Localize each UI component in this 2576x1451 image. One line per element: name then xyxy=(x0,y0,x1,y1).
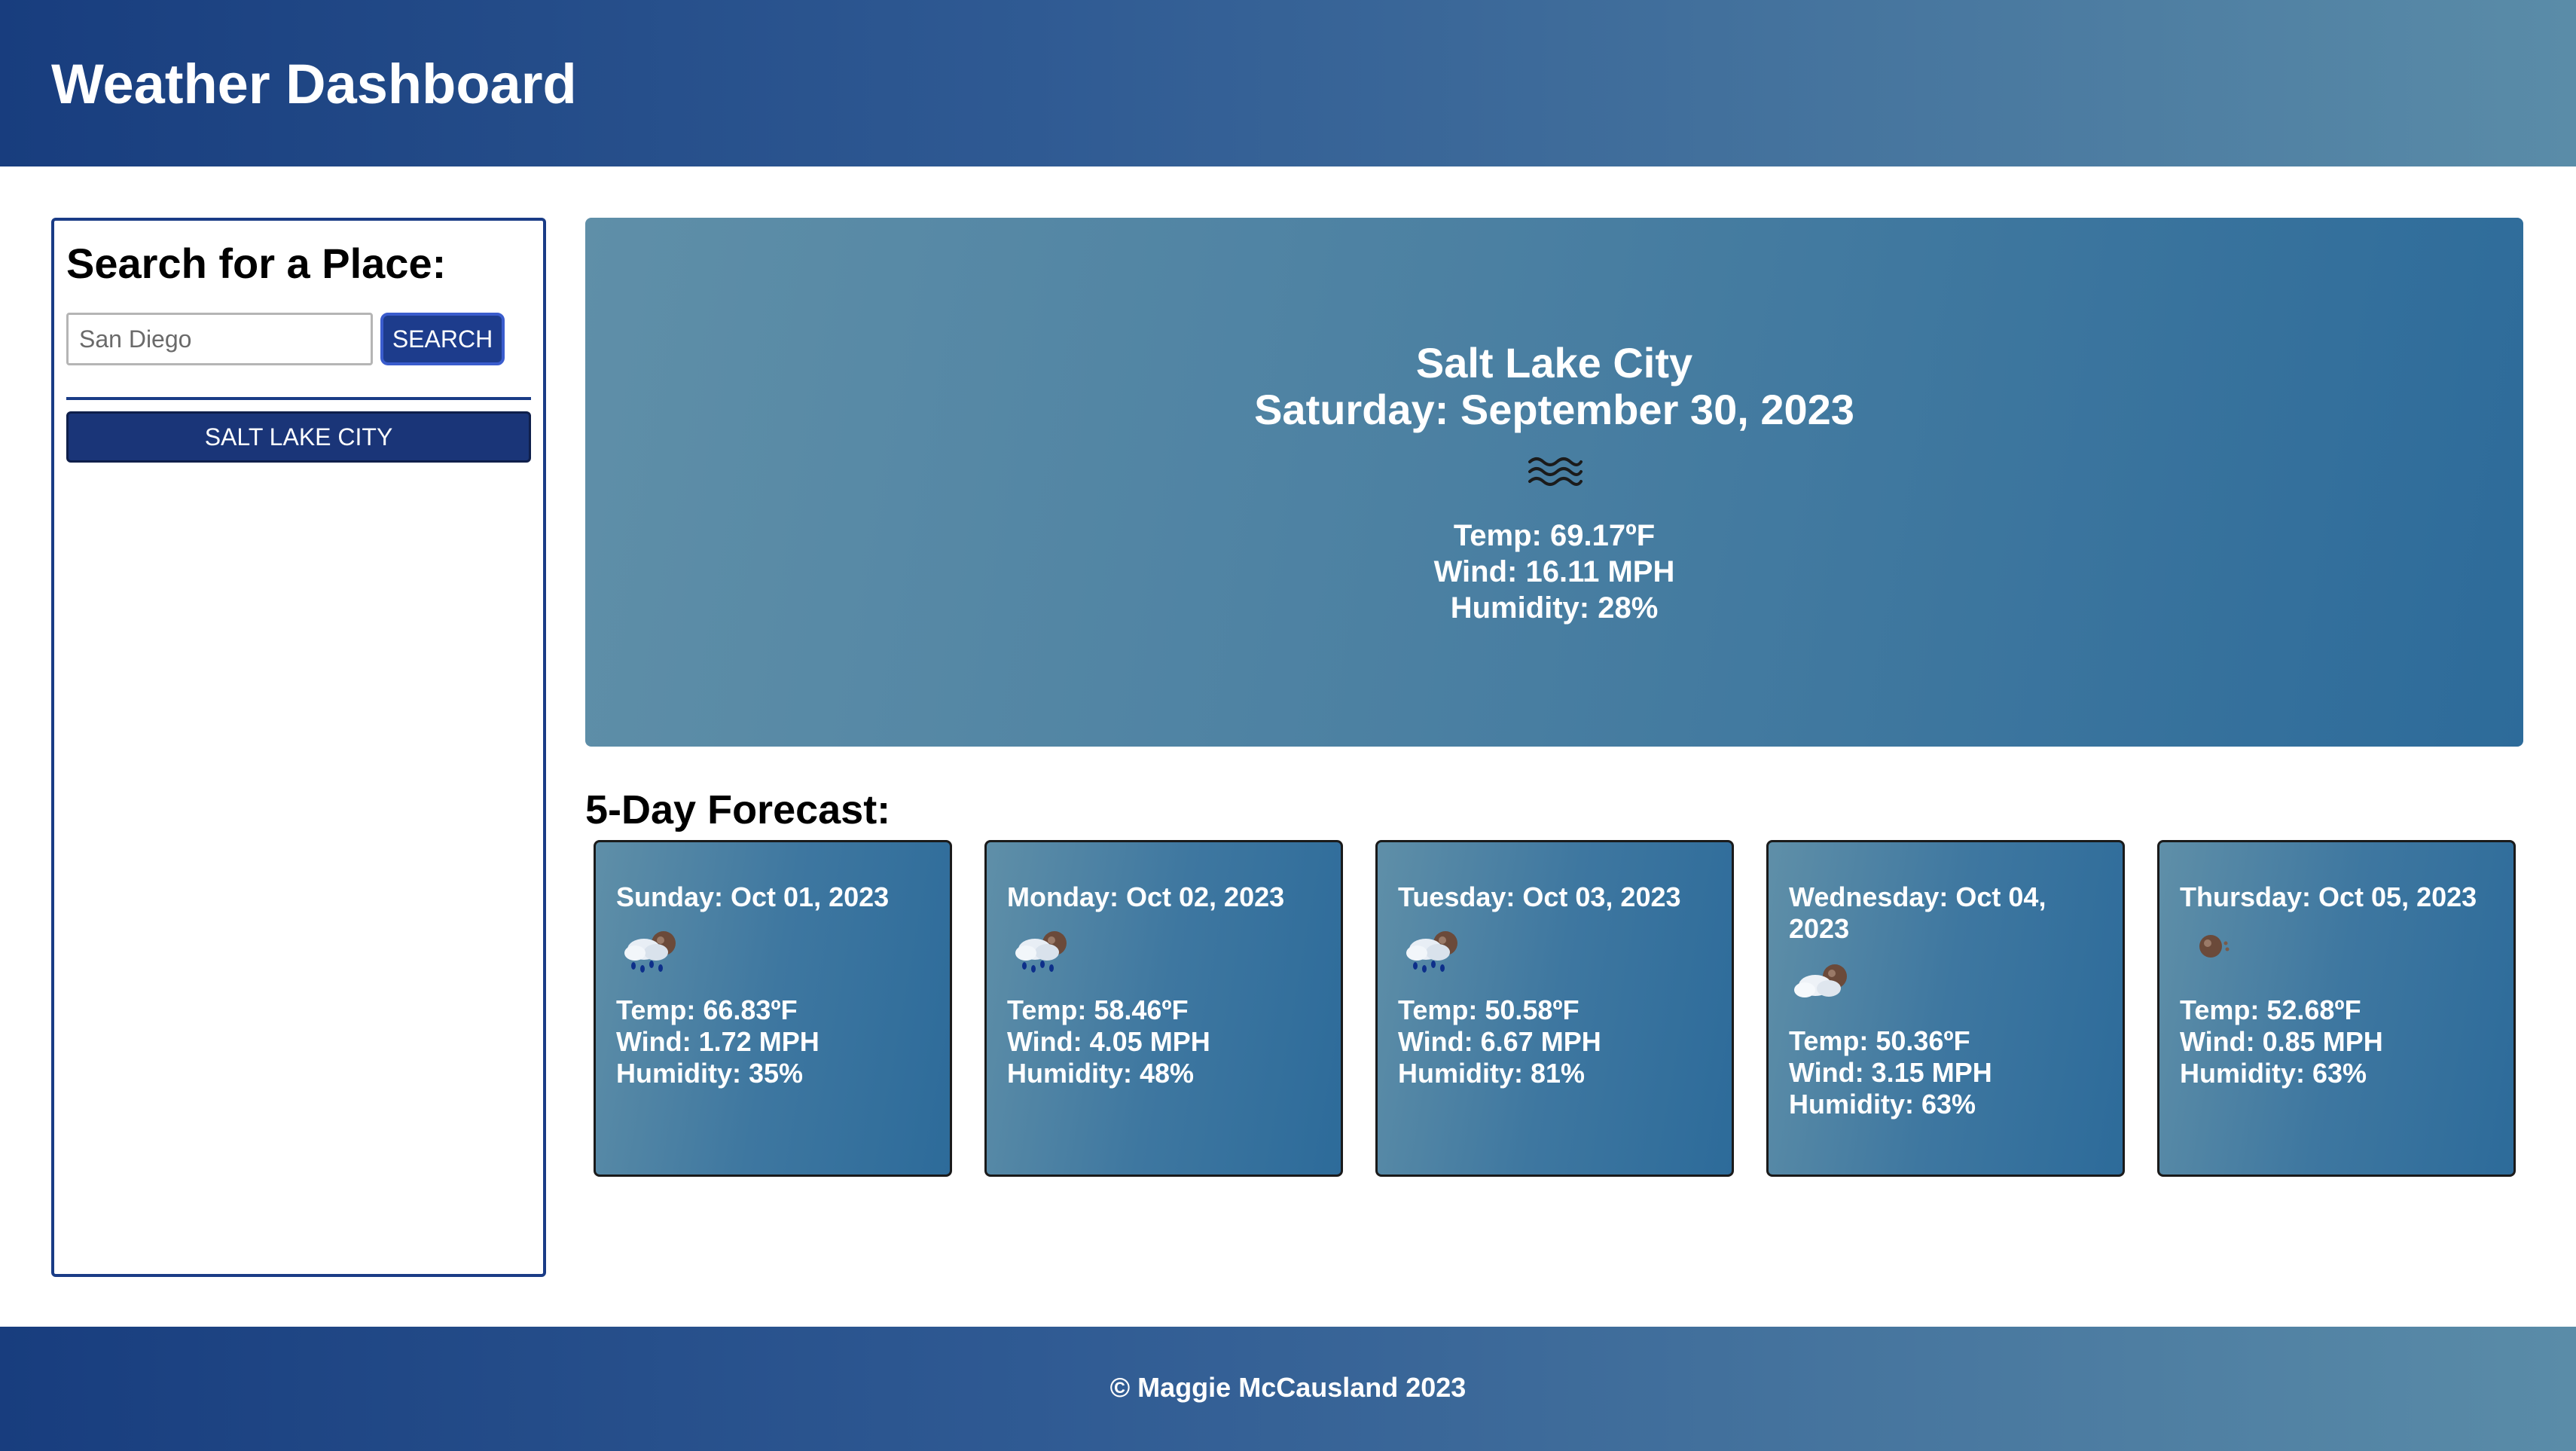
city-search-input[interactable] xyxy=(66,313,373,365)
forecast-stats: Temp: 66.83ºF Wind: 1.72 MPH Humidity: 3… xyxy=(616,994,819,1089)
forecast-humidity: Humidity: 35% xyxy=(616,1058,804,1089)
forecast-temp: Temp: 50.36ºF xyxy=(1789,1025,1970,1056)
forecast-card: Tuesday: Oct 03, 2023 Temp: 50.58ºF Wind… xyxy=(1375,840,1734,1177)
forecast-title: 5-Day Forecast: xyxy=(585,787,891,832)
forecast-humidity: Humidity: 63% xyxy=(2180,1058,2367,1089)
forecast-day: Wednesday: Oct 04, 2023 xyxy=(1789,881,2046,944)
search-button[interactable]: SEARCH xyxy=(380,313,505,365)
forecast-stats: Temp: 52.68ºF Wind: 0.85 MPH Humidity: 6… xyxy=(2180,994,2383,1089)
rain-icon xyxy=(1015,931,1067,973)
forecast-humidity: Humidity: 81% xyxy=(1398,1058,1586,1089)
forecast-stats: Temp: 50.36ºF Wind: 3.15 MPH Humidity: 6… xyxy=(1789,1025,1992,1120)
current-date: Saturday: September 30, 2023 xyxy=(1254,386,1854,433)
forecast-temp: Temp: 52.68ºF xyxy=(2180,994,2361,1025)
page-title: Weather Dashboard xyxy=(51,53,577,115)
forecast-card: Sunday: Oct 01, 2023 Temp: 66.83ºF Wind:… xyxy=(594,840,952,1177)
current-temp: Temp: 69.17ºF xyxy=(1453,519,1656,552)
forecast-day: Thursday: Oct 05, 2023 xyxy=(2180,881,2477,912)
current-weather-panel: Salt Lake City Saturday: September 30, 2… xyxy=(585,218,2523,747)
forecast-wind: Wind: 6.67 MPH xyxy=(1398,1026,1601,1057)
forecast-card: Monday: Oct 02, 2023 Temp: 58.46ºF Wind:… xyxy=(984,840,1343,1177)
forecast-day: Monday: Oct 02, 2023 xyxy=(1007,881,1285,912)
current-wind: Wind: 16.11 MPH xyxy=(1433,555,1675,588)
broken-clouds-icon xyxy=(1794,964,1847,997)
page-header: Weather Dashboard xyxy=(0,0,2576,166)
current-humidity: Humidity: 28% xyxy=(1450,591,1659,625)
forecast-stats: Temp: 50.58ºF Wind: 6.67 MPH Humidity: 8… xyxy=(1398,994,1601,1089)
mist-icon xyxy=(1528,457,1583,486)
forecast-day: Sunday: Oct 01, 2023 xyxy=(616,881,890,912)
forecast-wind: Wind: 4.05 MPH xyxy=(1007,1026,1210,1057)
clear-sky-icon xyxy=(2199,935,2230,958)
forecast-temp: Temp: 66.83ºF xyxy=(616,994,798,1025)
search-sidebar: Search for a Place: SEARCH SALT LAKE CIT… xyxy=(51,218,546,1277)
rain-icon xyxy=(624,931,676,973)
forecast-wind: Wind: 0.85 MPH xyxy=(2180,1026,2383,1057)
forecast-day: Tuesday: Oct 03, 2023 xyxy=(1398,881,1681,912)
forecast-temp: Temp: 58.46ºF xyxy=(1007,994,1189,1025)
search-heading: Search for a Place: xyxy=(66,240,447,287)
forecast-humidity: Humidity: 63% xyxy=(1789,1089,1976,1120)
forecast-card: Thursday: Oct 05, 2023 Temp: 52.68ºF Win… xyxy=(2157,840,2516,1177)
rain-icon xyxy=(1406,931,1457,973)
history-button-salt-lake-city[interactable]: SALT LAKE CITY xyxy=(66,411,531,463)
copyright-text: © Maggie McCausland 2023 xyxy=(1109,1372,1467,1403)
forecast-wind: Wind: 1.72 MPH xyxy=(616,1026,819,1057)
forecast-card: Wednesday: Oct 04, 2023 Temp: 50.36ºF Wi… xyxy=(1766,840,2125,1177)
current-city: Salt Lake City xyxy=(1415,339,1693,386)
forecast-humidity: Humidity: 48% xyxy=(1007,1058,1195,1089)
forecast-stats: Temp: 58.46ºF Wind: 4.05 MPH Humidity: 4… xyxy=(1007,994,1210,1089)
page-footer: © Maggie McCausland 2023 xyxy=(0,1327,2576,1451)
forecast-wind: Wind: 3.15 MPH xyxy=(1789,1057,1992,1088)
sidebar-divider xyxy=(66,397,531,400)
forecast-temp: Temp: 50.58ºF xyxy=(1398,994,1579,1025)
